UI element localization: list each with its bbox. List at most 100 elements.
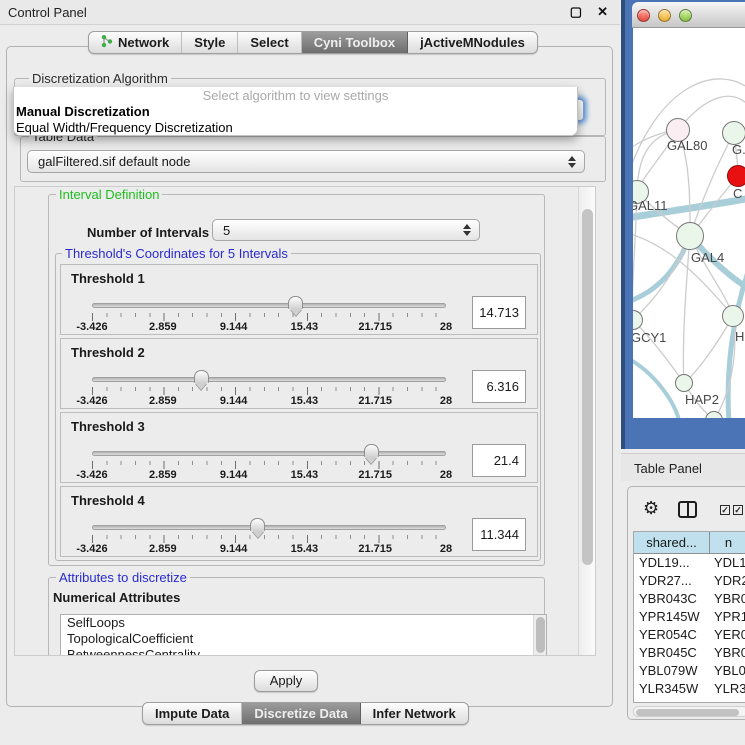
node-label: G.: [732, 142, 745, 157]
network-node-selected[interactable]: [727, 165, 745, 187]
gear-icon[interactable]: ⚙: [643, 498, 659, 519]
node-label: GCY1: [633, 330, 666, 345]
threshold-2-slider[interactable]: -3.426 2.859 9.144 15.43 21.715 28: [92, 339, 446, 410]
table-row[interactable]: YPR145WYPR1: [634, 608, 745, 626]
table-panel-title: Table Panel: [634, 461, 702, 476]
column-layout-icon[interactable]: [678, 501, 697, 518]
number-of-intervals-value: 5: [223, 223, 230, 238]
slider-major-ticks: [92, 535, 450, 543]
table-row[interactable]: YLR345WYLR3: [634, 680, 745, 698]
threshold-2-value-input[interactable]: 6.316: [472, 370, 526, 403]
threshold-3-slider[interactable]: -3.426 2.859 9.144 15.43 21.715 28: [92, 413, 446, 484]
tab-impute-data[interactable]: Impute Data: [143, 703, 242, 724]
attributes-group: Attributes to discretize Numerical Attri…: [48, 577, 545, 656]
cell: YPR1: [710, 608, 745, 626]
tick-label: 15.43: [291, 395, 319, 407]
tab-discretize-data[interactable]: Discretize Data: [242, 703, 360, 724]
list-vertical-scrollbar[interactable]: [533, 615, 546, 656]
cell: YBL0: [710, 662, 745, 680]
tab-jactivemnodules[interactable]: jActiveMNodules: [408, 32, 537, 53]
scrollbar-thumb[interactable]: [636, 709, 739, 716]
column-header-shared-name[interactable]: shared...: [634, 532, 710, 553]
table-row[interactable]: YDR27...YDR2: [634, 572, 745, 590]
cell: YBR043C: [634, 590, 710, 608]
slider-track[interactable]: [92, 451, 446, 456]
network-node[interactable]: [676, 222, 704, 250]
dropdown-option-equal-width[interactable]: Equal Width/Frequency Discretization: [14, 120, 577, 136]
slider-tick-labels: -3.426 2.859 9.144 15.43 21.715 28: [92, 469, 446, 481]
threshold-3-value-input[interactable]: 21.4: [472, 444, 526, 477]
tick-label: -3.426: [76, 395, 107, 407]
threshold-1-value-input[interactable]: 14.713: [472, 296, 526, 329]
scrollbar-thumb[interactable]: [582, 209, 593, 565]
tab-select[interactable]: Select: [238, 32, 301, 53]
node-label: GAL4: [691, 250, 724, 265]
tab-style-label: Style: [194, 35, 225, 50]
network-node[interactable]: [722, 305, 744, 327]
threshold-1-slider[interactable]: -3.426 2.859 9.144 15.43 21.715 28: [92, 265, 446, 336]
close-window-icon[interactable]: [637, 9, 650, 22]
tick-label: 21.715: [358, 321, 392, 333]
tab-infer-network[interactable]: Infer Network: [361, 703, 468, 724]
table-panel-titlebar: Table Panel: [621, 453, 745, 481]
table-row[interactable]: YDL19...YDL1: [634, 554, 745, 572]
close-panel-icon[interactable]: ✕: [597, 4, 608, 20]
table-row[interactable]: YBL079WYBL0: [634, 662, 745, 680]
table-horizontal-scrollbar[interactable]: [633, 706, 745, 717]
list-item[interactable]: BetweennessCentrality: [61, 647, 546, 656]
slider-thumb[interactable]: [364, 444, 379, 457]
slider-thumb[interactable]: [288, 296, 303, 309]
float-window-icon[interactable]: ▢: [570, 4, 582, 20]
network-node[interactable]: [675, 374, 693, 392]
table-data-combobox[interactable]: galFiltered.sif default node: [27, 150, 585, 173]
slider-thumb[interactable]: [194, 370, 209, 383]
tick-label: 21.715: [358, 469, 392, 481]
threshold-4-value-input[interactable]: 11.344: [472, 518, 526, 551]
top-tab-bar: Network Style Select Cyni Toolbox jActiv…: [88, 31, 538, 54]
cell: YDL19...: [634, 554, 710, 572]
checkbox-icon[interactable]: ✓: [720, 505, 730, 515]
slider-major-ticks: [92, 387, 450, 395]
list-item[interactable]: TopologicalCoefficient: [61, 631, 546, 647]
checkbox-icon[interactable]: ✓: [733, 505, 743, 515]
network-window: GAL80 G. C GAL11 GAL4 GCY1 H HAP2: [621, 0, 745, 449]
cell: YLR3: [710, 680, 745, 698]
scrollbar-thumb[interactable]: [536, 617, 545, 653]
table-row[interactable]: YBR045CYBR0: [634, 644, 745, 662]
slider-track[interactable]: [92, 303, 446, 308]
numerical-attributes-list[interactable]: SelfLoops TopologicalCoefficient Between…: [60, 614, 547, 656]
tab-style[interactable]: Style: [182, 32, 238, 53]
cell: YBL079W: [634, 662, 710, 680]
zoom-window-icon[interactable]: [679, 9, 692, 22]
threshold-4-slider[interactable]: -3.426 2.859 9.144 15.43 21.715 28: [92, 487, 446, 558]
tab-jactivemnodules-label: jActiveMNodules: [420, 35, 525, 50]
table-row[interactable]: YIL052CYIL0: [634, 698, 745, 703]
slider-track[interactable]: [92, 377, 446, 382]
main-vertical-scrollbar[interactable]: [578, 187, 595, 655]
number-of-intervals-combobox[interactable]: 5: [212, 219, 480, 241]
table-row[interactable]: YBR043CYBR0: [634, 590, 745, 608]
cell: YIL0: [710, 698, 745, 703]
tick-label: 9.144: [220, 469, 248, 481]
tab-select-label: Select: [250, 35, 288, 50]
slider-thumb[interactable]: [250, 518, 265, 531]
tab-network[interactable]: Network: [89, 32, 182, 53]
column-header-name[interactable]: n: [710, 532, 745, 553]
minimize-window-icon[interactable]: [658, 9, 671, 22]
table-data-combobox-value: galFiltered.sif default node: [38, 154, 190, 169]
group-title-attributes: Attributes to discretize: [56, 571, 190, 584]
apply-button[interactable]: Apply: [254, 670, 318, 692]
bottom-tab-bar: Impute Data Discretize Data Infer Networ…: [142, 702, 469, 725]
tab-impute-data-label: Impute Data: [155, 706, 229, 721]
group-title-discretization-algorithm: Discretization Algorithm: [29, 72, 171, 85]
cell: YIL052C: [634, 698, 710, 703]
list-item[interactable]: SelfLoops: [61, 615, 546, 631]
node-label: GAL80: [667, 138, 707, 153]
tab-cyni-toolbox[interactable]: Cyni Toolbox: [302, 32, 408, 53]
dropdown-option-manual[interactable]: Manual Discretization: [14, 104, 577, 120]
panel-title: Control Panel: [8, 5, 87, 20]
network-canvas[interactable]: GAL80 G. C GAL11 GAL4 GCY1 H HAP2: [633, 28, 745, 418]
slider-track[interactable]: [92, 525, 446, 530]
node-attribute-table[interactable]: shared... n YDL19...YDL1 YDR27...YDR2 YB…: [633, 531, 745, 703]
table-row[interactable]: YER054CYER0: [634, 626, 745, 644]
